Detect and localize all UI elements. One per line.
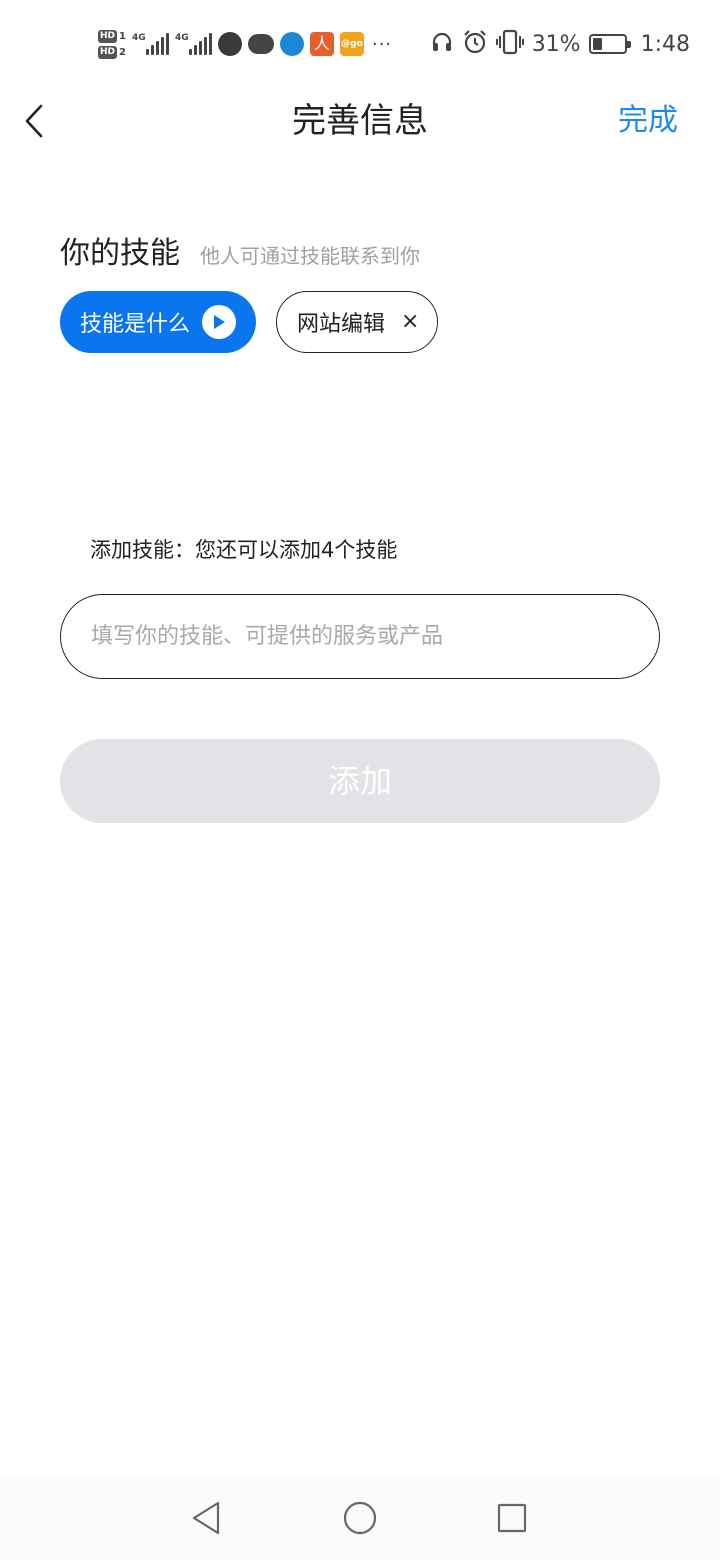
app-notification-icon [279, 32, 304, 56]
signal2-icon: 4G [175, 33, 212, 55]
skill-input-container [60, 594, 660, 679]
vibrate-icon [495, 29, 524, 59]
skill-tag: 网站编辑 × [276, 291, 439, 353]
alarm-icon [462, 29, 488, 59]
add-skill-hint: 添加技能：您还可以添加4个技能 [90, 538, 398, 562]
status-bar-right: 31% 1:48 [430, 26, 690, 62]
sim1-hd-icon: HD 1 [98, 29, 126, 43]
system-recents-button[interactable] [490, 1498, 534, 1538]
more-notifications-icon: ··· [371, 33, 393, 55]
net2-label: 4G [174, 33, 189, 43]
message-bubble-icon [247, 34, 274, 54]
what-is-skill-label: 技能是什么 [80, 312, 191, 337]
skills-header: 你的技能 他人可通过技能联系到你 [60, 228, 420, 272]
status-bar-left: HD 1 HD 2 4G 4G 人 @go ··· [98, 24, 392, 64]
app-notification-icon [217, 32, 242, 56]
net1-label: 4G [131, 33, 146, 43]
skill-chips: 技能是什么 网站编辑 × [60, 291, 439, 353]
system-nav-bar [0, 1476, 720, 1560]
app-notification-icon: 人 [309, 32, 334, 56]
clock: 1:48 [640, 31, 690, 57]
page: HD 1 HD 2 4G 4G 人 @go ··· 31% 1:48 完善信息 … [0, 0, 720, 1560]
signal-bar [160, 37, 164, 55]
play-icon [202, 305, 237, 339]
system-back-button[interactable] [184, 1498, 228, 1538]
skills-title: 你的技能 [60, 236, 180, 271]
sim1-label: HD [98, 29, 118, 43]
page-title: 完善信息 [292, 101, 428, 141]
sim2-label: HD [98, 45, 118, 59]
signal-bar [155, 41, 159, 55]
signal-bar [198, 41, 202, 55]
sim1-number: 1 [119, 30, 126, 42]
skill-tag-label: 网站编辑 [297, 312, 386, 337]
battery-fill [592, 38, 602, 50]
skill-input[interactable] [61, 595, 659, 678]
app-notification-icon: @go [339, 32, 364, 56]
remove-skill-close-icon[interactable]: × [401, 311, 419, 333]
status-bar: HD 1 HD 2 4G 4G 人 @go ··· 31% 1:48 [0, 0, 720, 88]
add-skill-button[interactable]: 添加 [60, 739, 660, 823]
nav-bar: 完善信息 完成 [0, 88, 720, 154]
signal-bar [165, 33, 169, 55]
sim2-number: 2 [119, 46, 126, 58]
headphone-icon [430, 30, 454, 58]
back-triangle-icon [192, 1501, 220, 1535]
signal-bar [188, 49, 192, 55]
recents-square-icon [497, 1503, 527, 1533]
sim2-hd-icon: HD 2 [98, 45, 126, 59]
battery-percent: 31% [531, 31, 581, 57]
sim-indicators: HD 1 HD 2 [98, 29, 126, 59]
signal-bar [150, 45, 154, 55]
home-circle-icon [343, 1501, 377, 1535]
battery-icon [588, 34, 631, 54]
system-home-button[interactable] [338, 1498, 382, 1538]
signal-bar [203, 37, 207, 55]
done-button[interactable]: 完成 [618, 98, 678, 144]
what-is-skill-button[interactable]: 技能是什么 [60, 291, 257, 353]
signal-bar [193, 45, 197, 55]
signal-bar [145, 49, 149, 55]
battery-cap [626, 41, 631, 48]
signal-bar [208, 33, 212, 55]
signal1-icon: 4G [132, 33, 169, 55]
skills-subtitle: 他人可通过技能联系到你 [200, 244, 420, 268]
